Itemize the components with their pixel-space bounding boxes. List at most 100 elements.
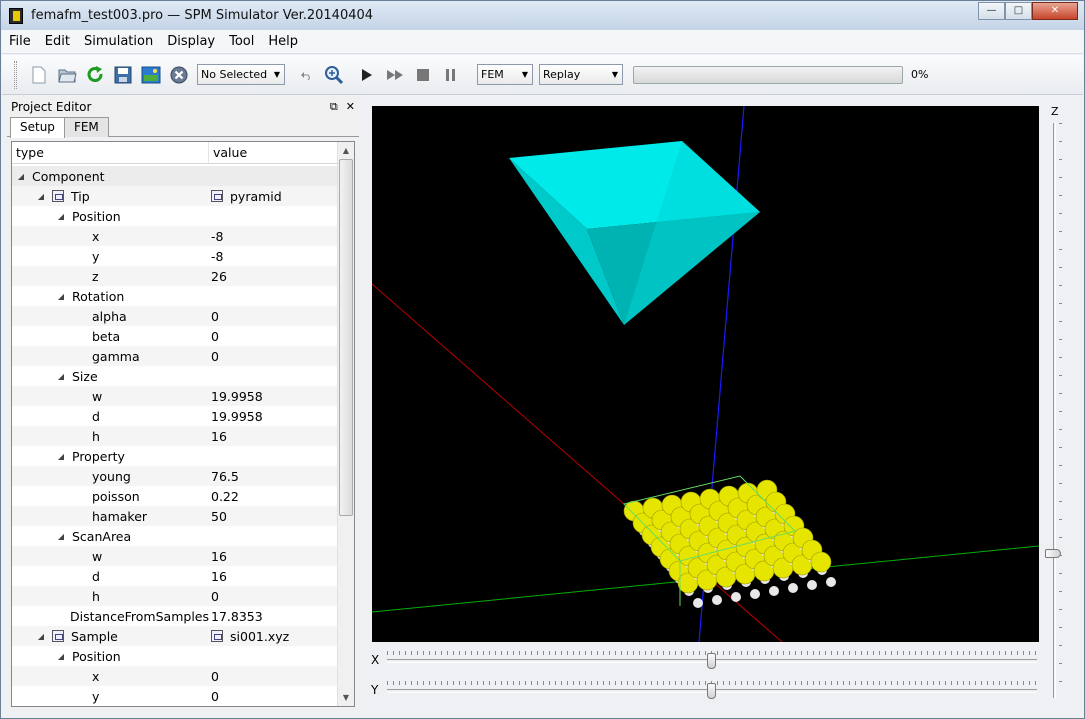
menu-help[interactable]: Help xyxy=(261,34,305,49)
tree-row-value[interactable]: 0 xyxy=(209,309,338,324)
tree-row-value[interactable]: 0 xyxy=(209,689,338,704)
tree-row-value[interactable]: -8 xyxy=(209,229,338,244)
tab-setup[interactable]: Setup xyxy=(10,117,65,138)
image-export-icon[interactable] xyxy=(140,64,162,86)
tree-row-value[interactable]: 19.9958 xyxy=(209,409,338,424)
tree-row-value[interactable]: 0 xyxy=(209,329,338,344)
scrollbar-thumb[interactable] xyxy=(339,159,353,516)
y-slider-handle[interactable] xyxy=(707,683,716,699)
close-button[interactable]: ✕ xyxy=(1032,2,1078,20)
minimize-button[interactable]: — xyxy=(978,2,1005,20)
tree-row-type: z xyxy=(12,269,209,284)
scroll-down-icon[interactable]: ▼ xyxy=(338,689,354,706)
tree-row-value[interactable]: 26 xyxy=(209,269,338,284)
scroll-up-icon[interactable]: ▲ xyxy=(338,142,354,159)
stop-circle-icon[interactable] xyxy=(168,64,190,86)
tree-row[interactable]: x -8 xyxy=(12,226,338,246)
tree-row[interactable]: ◢ Position xyxy=(12,646,338,666)
tree-row[interactable]: y0 xyxy=(12,686,338,706)
menu-simulation[interactable]: Simulation xyxy=(77,34,160,49)
tree-row[interactable]: d 19.9958 xyxy=(12,406,338,426)
expand-arrow-icon[interactable]: ◢ xyxy=(56,532,66,541)
expand-arrow-icon[interactable]: ◢ xyxy=(56,372,66,381)
tree-row[interactable]: poisson 0.22 xyxy=(12,486,338,506)
undo-icon[interactable] xyxy=(295,64,317,86)
tree-row[interactable]: ◢ Property xyxy=(12,446,338,466)
tree-row[interactable]: beta 0 xyxy=(12,326,338,346)
x-slider-handle[interactable] xyxy=(707,653,716,669)
tree-row[interactable]: h0 xyxy=(12,586,338,606)
expand-arrow-icon[interactable]: ◢ xyxy=(56,292,66,301)
3d-viewport[interactable] xyxy=(372,106,1039,642)
tree-row[interactable]: ◢ Component xyxy=(12,166,338,186)
tree-row[interactable]: w 19.9958 xyxy=(12,386,338,406)
tree-row-value[interactable]: 50 xyxy=(209,509,338,524)
reload-icon[interactable] xyxy=(84,64,106,86)
tree-row-value[interactable]: 16 xyxy=(209,549,338,564)
tree-row-value[interactable]: 16 xyxy=(209,569,338,584)
tree-row[interactable]: ◢ Rotation xyxy=(12,286,338,306)
tab-fem[interactable]: FEM xyxy=(63,117,109,137)
expand-arrow-icon[interactable]: ◢ xyxy=(56,452,66,461)
tree-row-value[interactable]: 0 xyxy=(209,349,338,364)
tree-row[interactable]: hamaker 50 xyxy=(12,506,338,526)
title-bar[interactable]: femafm_test003.pro — SPM Simulator Ver.2… xyxy=(1,1,1084,30)
tree-row-value[interactable]: 0 xyxy=(209,589,338,604)
tree-row-value[interactable]: 19.9958 xyxy=(209,389,338,404)
z-slider[interactable] xyxy=(1045,123,1062,698)
tree-row-value[interactable]: 17.8353 xyxy=(209,609,338,624)
fast-forward-icon[interactable] xyxy=(384,64,406,86)
tree-row[interactable]: ◢ Tip pyramid xyxy=(12,186,338,206)
tree-row[interactable]: gamma 0 xyxy=(12,346,338,366)
tree-row[interactable]: DistanceFromSamples 17.8353 xyxy=(12,606,338,626)
pause-icon[interactable] xyxy=(440,64,462,86)
open-folder-icon[interactable] xyxy=(56,64,78,86)
tree-row[interactable]: ◢ Size xyxy=(12,366,338,386)
expand-arrow-icon[interactable]: ◢ xyxy=(56,212,66,221)
play-icon[interactable] xyxy=(356,64,378,86)
tree-row-value[interactable]: si001.xyz xyxy=(209,629,338,644)
tree-row[interactable]: w 16 xyxy=(12,546,338,566)
tree-row-value[interactable]: -8 xyxy=(209,249,338,264)
mode-dropdown[interactable]: FEM ▼ xyxy=(477,64,533,85)
maximize-button[interactable]: □ xyxy=(1005,2,1032,20)
menu-edit[interactable]: Edit xyxy=(38,34,77,49)
float-panel-icon[interactable]: ⧉ xyxy=(330,100,338,114)
tree-row[interactable]: ◢ Position xyxy=(12,206,338,226)
tree-row[interactable]: d 16 xyxy=(12,566,338,586)
tree-row-value[interactable]: 16 xyxy=(209,429,338,444)
replay-dropdown[interactable]: Replay ▼ xyxy=(539,64,623,85)
tree-row[interactable]: h 16 xyxy=(12,426,338,446)
tree-row-value[interactable]: pyramid xyxy=(209,189,338,204)
property-tree[interactable]: type value ◢ Component ◢ Tip pyramid ◢ Positio… xyxy=(11,141,355,707)
tree-row[interactable]: alpha 0 xyxy=(12,306,338,326)
tree-row[interactable]: young 76.5 xyxy=(12,466,338,486)
column-header-value[interactable]: value xyxy=(209,142,338,163)
save-icon[interactable] xyxy=(112,64,134,86)
expand-arrow-icon[interactable]: ◢ xyxy=(36,192,46,201)
tree-row-value[interactable]: 0.22 xyxy=(209,489,338,504)
menu-file[interactable]: File xyxy=(2,34,38,49)
tree-row[interactable]: z 26 xyxy=(12,266,338,286)
expand-arrow-icon[interactable]: ◢ xyxy=(16,172,26,181)
column-header-type[interactable]: type xyxy=(12,142,209,163)
stop-icon[interactable] xyxy=(412,64,434,86)
toolbar-grip[interactable] xyxy=(14,60,17,89)
tree-row[interactable]: ◢ Sample si001.xyz xyxy=(12,626,338,646)
tree-row-value[interactable]: 76.5 xyxy=(209,469,338,484)
menu-display[interactable]: Display xyxy=(160,34,222,49)
new-file-icon[interactable] xyxy=(28,64,50,86)
tree-row[interactable]: ◢ ScanArea xyxy=(12,526,338,546)
tree-row[interactable]: x0 xyxy=(12,666,338,686)
selection-dropdown[interactable]: No Selected ▼ xyxy=(197,64,285,85)
expand-arrow-icon[interactable]: ◢ xyxy=(56,652,66,661)
app-icon xyxy=(9,7,23,24)
tree-row[interactable]: y -8 xyxy=(12,246,338,266)
zoom-in-icon[interactable] xyxy=(323,64,345,86)
z-slider-handle[interactable] xyxy=(1045,549,1061,559)
menu-tool[interactable]: Tool xyxy=(222,34,261,49)
close-panel-icon[interactable]: ✕ xyxy=(346,100,355,114)
expand-arrow-icon[interactable]: ◢ xyxy=(36,632,46,641)
tree-row-value[interactable]: 0 xyxy=(209,669,338,684)
tree-scrollbar[interactable]: ▲ ▼ xyxy=(337,142,354,706)
